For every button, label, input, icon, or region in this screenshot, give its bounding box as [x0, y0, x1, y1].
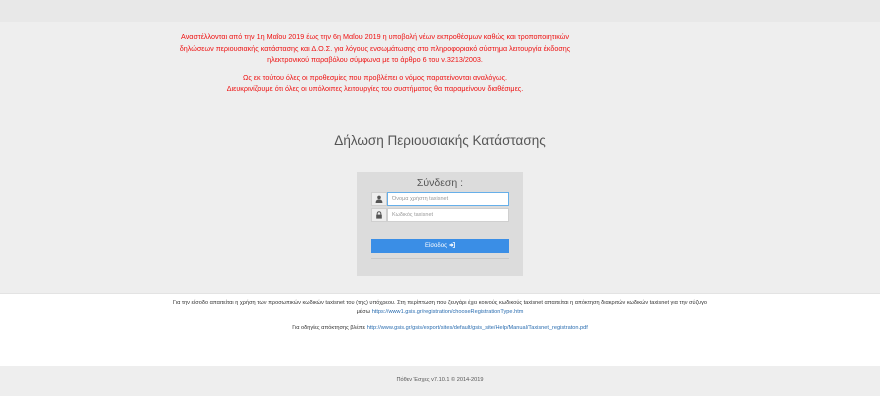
panel-divider: [371, 258, 509, 259]
info-text: Για την είσοδο απαιτείται η χρήση των πρ…: [0, 299, 880, 333]
password-field-group: [371, 208, 509, 222]
info-line: Για οδηγίες απόκτησης βλέπε http://www.g…: [292, 325, 588, 331]
notice-line: Διευκρινίζουμε ότι όλες οι υπόλοιπες λει…: [226, 84, 524, 93]
registration-link[interactable]: https://www1.gsis.gr/registration/choose…: [372, 309, 524, 315]
top-bar: [0, 0, 880, 22]
notice-line: Αναστέλλονται από την 1η Μαΐου 2019 έως …: [181, 32, 569, 41]
password-input[interactable]: [387, 208, 509, 222]
sign-in-icon: [449, 242, 455, 250]
login-heading: Σύνδεση :: [416, 177, 464, 189]
username-field-group: [371, 192, 509, 206]
manual-link[interactable]: http://www.gsis.gr/gsis/export/sites/def…: [367, 325, 588, 331]
login-panel: Σύνδεση : Είσοδος: [357, 172, 523, 276]
lock-icon: [371, 208, 387, 222]
user-icon: [371, 192, 387, 206]
info-line: μέσω https://www1.gsis.gr/registration/c…: [356, 308, 524, 315]
version-footer: Πόθεν Έσχες v7.10.1 © 2014-2019: [396, 377, 484, 383]
page-title: Δήλωση Περιουσιακής Κατάστασης: [334, 133, 546, 148]
username-input[interactable]: [387, 192, 509, 206]
login-button[interactable]: Είσοδος: [371, 239, 509, 253]
notice-line: Ως εκ τούτου όλες οι προθεσμίες που προβ…: [242, 72, 508, 82]
suspension-notice: Αναστέλλονται από την 1η Μαΐου 2019 έως …: [0, 31, 750, 95]
info-line: Για την είσοδο απαιτείται η χρήση των πρ…: [172, 300, 707, 306]
notice-line: δηλώσεων περιουσιακής κατάστασης και Δ.Ο…: [179, 43, 571, 53]
login-button-label: Είσοδος: [425, 243, 447, 249]
notice-line: ηλεκτρονικού παραβόλου σύμφωνα με το άρθ…: [267, 55, 483, 64]
